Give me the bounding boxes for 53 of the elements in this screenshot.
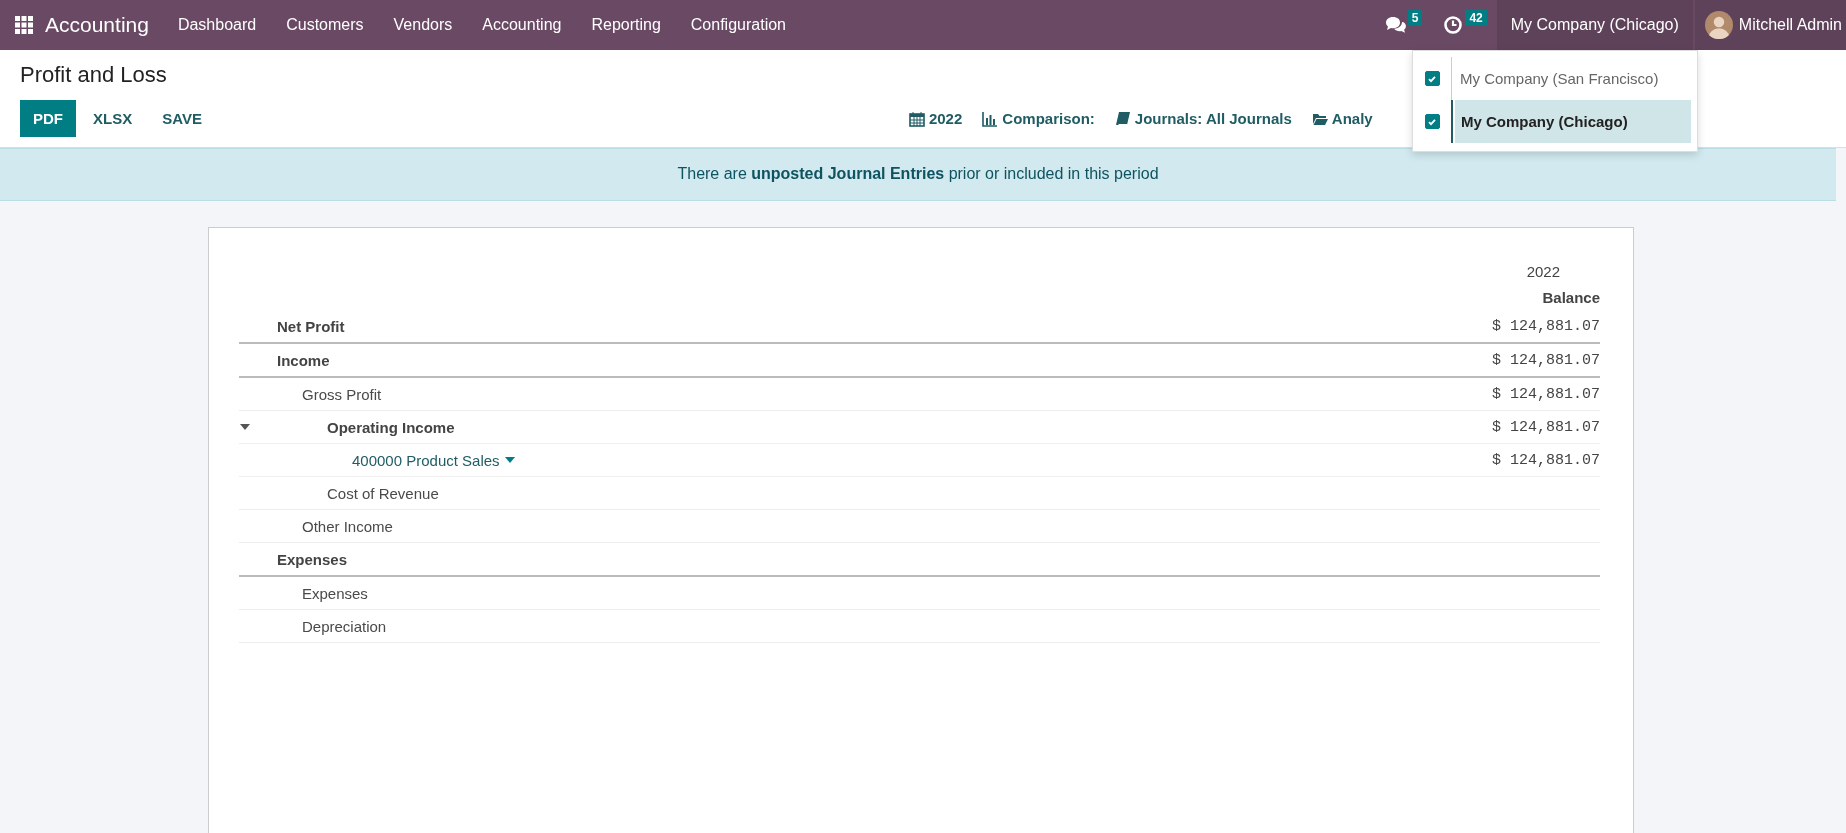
chat-icon[interactable]: [1384, 15, 1407, 35]
export-button[interactable]: XLSX: [80, 100, 146, 137]
checkmark-icon: [1427, 116, 1437, 127]
book-icon: [1114, 110, 1131, 127]
column-period-header: 2022: [1526, 262, 1560, 280]
user-menu[interactable]: Mitchell Admin: [1694, 0, 1846, 50]
row-label: Expenses: [277, 550, 348, 568]
filter-button[interactable]: Journals: All Journals: [1108, 106, 1298, 131]
amount-cell: $ 124,881.07: [1491, 451, 1600, 469]
filter-button[interactable]: Analy: [1305, 106, 1379, 131]
app-name-link[interactable]: Accounting: [45, 13, 149, 37]
checkmark-icon: [1427, 73, 1437, 84]
message-count-badge: 5: [1407, 10, 1423, 26]
caret-icon: [504, 457, 515, 463]
user-name: Mitchell Admin: [1738, 16, 1842, 34]
row-label: Net Profit: [277, 317, 345, 335]
menu-item[interactable]: Vendors: [378, 16, 468, 34]
checkbox[interactable]: [1424, 71, 1440, 86]
export-button[interactable]: SAVE: [149, 100, 215, 137]
menu-item[interactable]: Accounting: [467, 16, 577, 34]
clock-icon[interactable]: [1442, 15, 1465, 35]
row-label: Gross Profit: [302, 385, 382, 403]
checkbox[interactable]: [1424, 114, 1440, 129]
company-switcher[interactable]: My Company (Chicago): [1496, 0, 1693, 50]
avatar-icon: [1704, 11, 1733, 39]
alert-message: There are unposted Journal Entries prior or included in this period: [677, 165, 1159, 182]
row-label: Expenses: [302, 584, 368, 602]
menu-item[interactable]: Customers: [271, 16, 379, 34]
filter-button[interactable]: 2022: [902, 106, 969, 131]
filter-button[interactable]: Comparison:: [976, 106, 1101, 131]
company-option[interactable]: My Company (San Francisco): [1454, 57, 1691, 100]
pdf-button[interactable]: PDF: [20, 100, 76, 137]
app-grid-icon[interactable]: [15, 16, 33, 34]
page-title: Profit and Loss: [20, 62, 167, 88]
amount-cell: $ 124,881.07: [1491, 385, 1600, 403]
account-link[interactable]: 400000 Product Sales: [352, 451, 500, 469]
company-option[interactable]: My Company (Chicago): [1455, 100, 1691, 143]
bar-chart-icon: [982, 110, 999, 127]
menu-item[interactable]: Reporting: [576, 16, 676, 34]
activity-count-badge: 42: [1465, 10, 1487, 26]
row-label: Cost of Revenue: [327, 484, 439, 502]
amount-cell: $ 124,881.07: [1491, 418, 1600, 436]
calendar-icon: [908, 110, 925, 127]
caret-icon[interactable]: [240, 424, 250, 430]
menu-item[interactable]: Dashboard: [162, 16, 272, 34]
row-label: Income: [277, 351, 330, 369]
column-header: Balance: [1542, 288, 1600, 306]
row-label: Other Income: [302, 517, 393, 535]
row-label: Depreciation: [302, 617, 387, 635]
amount-cell: $ 124,881.07: [1491, 351, 1600, 369]
menu-item[interactable]: Configuration: [675, 16, 801, 34]
amount-cell: $ 124,881.07: [1491, 317, 1600, 335]
row-label: Operating Income: [327, 418, 455, 436]
